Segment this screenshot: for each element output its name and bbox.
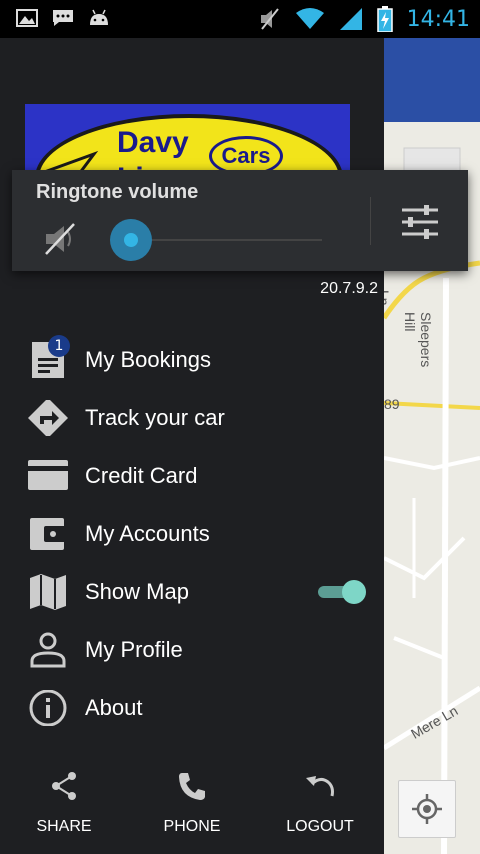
person-icon	[30, 632, 66, 668]
menu-item-label: Credit Card	[85, 463, 198, 488]
toggle-thumb	[342, 580, 366, 604]
menu-item-show-map[interactable]: Show Map	[0, 563, 384, 621]
menu-item-label: About	[85, 695, 143, 720]
android-icon	[90, 9, 108, 25]
menu-item-label: My Accounts	[85, 521, 210, 546]
volume-slider-thumb[interactable]	[110, 219, 152, 261]
logout-label: LOGOUT	[286, 818, 354, 835]
logout-button[interactable]: LOGOUT	[256, 766, 384, 854]
map-view[interactable]: Sleepers Hill 89 Mere Ln Ln	[384, 38, 480, 854]
menu-item-my-accounts[interactable]: My Accounts	[0, 505, 384, 563]
crosshair-icon	[412, 794, 442, 824]
navigation-drawer: Davy Liver Cars 20.7.9.2 1 My Bookings T…	[0, 38, 384, 854]
volume-slider-track[interactable]	[132, 239, 322, 241]
chat-icon	[53, 10, 73, 26]
app-version: 20.7.9.2	[320, 280, 378, 297]
logo-text-line1: Davy	[117, 126, 189, 159]
bookings-count-badge: 1	[48, 335, 70, 357]
volume-dialog-title: Ringtone volume	[36, 181, 199, 203]
share-label: SHARE	[36, 818, 92, 835]
my-location-button[interactable]	[398, 780, 456, 838]
share-icon	[52, 772, 76, 800]
phone-icon	[179, 773, 205, 800]
menu-item-credit-card[interactable]: Credit Card	[0, 447, 384, 505]
menu-item-track-your-car[interactable]: Track your car	[0, 389, 384, 447]
ringtone-volume-dialog: Ringtone volume	[12, 170, 468, 271]
muted-speaker-icon	[260, 8, 279, 30]
volume-slider-thumb-core	[124, 233, 138, 247]
menu-item-label: Show Map	[85, 579, 189, 604]
map-label: Ln	[384, 290, 392, 306]
battery-charging-icon	[376, 6, 393, 32]
map-label: 89	[384, 396, 400, 412]
wallet-icon	[30, 518, 66, 550]
phone-button[interactable]: PHONE	[128, 766, 256, 854]
clock: 14:41	[406, 6, 470, 32]
drawer-bottom-actions: SHARE PHONE LOGOUT	[0, 766, 384, 854]
image-icon	[16, 9, 38, 27]
info-icon	[29, 690, 67, 726]
share-button[interactable]: SHARE	[0, 766, 128, 854]
menu-item-my-bookings[interactable]: 1 My Bookings	[0, 331, 384, 389]
menu-item-label: My Profile	[85, 637, 183, 662]
menu-item-my-profile[interactable]: My Profile	[0, 621, 384, 679]
phone-label: PHONE	[163, 818, 221, 835]
menu-item-label: My Bookings	[85, 347, 211, 372]
status-bar: 14:41	[0, 0, 480, 38]
drawer-menu: 1 My Bookings Track your car Credit Card…	[0, 331, 384, 737]
wifi-icon	[295, 8, 324, 29]
undo-icon	[306, 776, 334, 797]
map-icon	[30, 574, 66, 610]
volume-dialog-divider	[370, 197, 371, 245]
show-map-toggle[interactable]	[318, 580, 368, 604]
menu-item-label: Track your car	[85, 405, 225, 430]
map-label: Sleepers Hill	[402, 312, 434, 368]
menu-item-about[interactable]: About	[0, 679, 384, 737]
signal-icon	[339, 8, 362, 30]
credit-card-icon	[28, 460, 68, 490]
sound-settings-icon[interactable]	[400, 204, 440, 240]
directions-icon	[28, 400, 68, 436]
muted-speaker-icon[interactable]	[42, 222, 78, 256]
